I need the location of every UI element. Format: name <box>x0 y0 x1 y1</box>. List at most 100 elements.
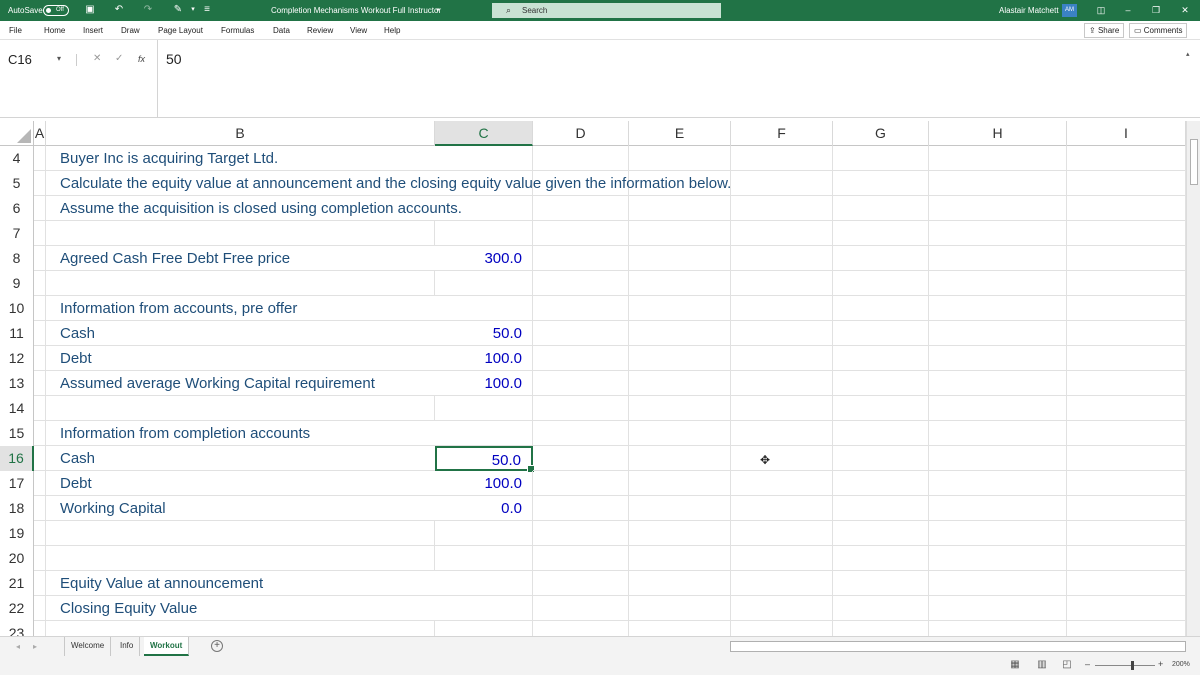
cell-e11[interactable] <box>629 321 731 346</box>
cell-f7[interactable] <box>731 221 833 246</box>
cell-g19[interactable] <box>833 521 929 546</box>
menu-data[interactable]: Data <box>273 21 290 40</box>
cell-c20[interactable] <box>435 546 533 571</box>
restore-icon[interactable]: ❐ <box>1146 0 1166 21</box>
insert-function-button[interactable]: fx <box>138 48 145 70</box>
menu-home[interactable]: Home <box>44 21 65 40</box>
chevron-down-icon[interactable]: ▾ <box>57 48 61 70</box>
avatar[interactable]: AM <box>1062 4 1077 17</box>
cell-b12[interactable]: Debt <box>46 346 435 371</box>
cell-f8[interactable] <box>731 246 833 271</box>
cell-e23[interactable] <box>629 621 731 636</box>
cell-d23[interactable] <box>533 621 629 636</box>
cell-d19[interactable] <box>533 521 629 546</box>
cell-h12[interactable] <box>929 346 1067 371</box>
row-header[interactable]: 15 <box>0 421 34 446</box>
row-header[interactable]: 8 <box>0 246 34 271</box>
cell-c19[interactable] <box>435 521 533 546</box>
row-header[interactable]: 4 <box>0 146 34 171</box>
cell-c10[interactable] <box>435 296 533 321</box>
cell-a18[interactable] <box>34 496 46 521</box>
zoom-in-icon[interactable]: + <box>1158 659 1163 669</box>
cell-a7[interactable] <box>34 221 46 246</box>
next-sheet-icon[interactable]: ▸ <box>33 637 37 656</box>
cell-f6[interactable] <box>731 196 833 221</box>
cell-a9[interactable] <box>34 271 46 296</box>
cell-g6[interactable] <box>833 196 929 221</box>
cell-g15[interactable] <box>833 421 929 446</box>
cell-h15[interactable] <box>929 421 1067 446</box>
cell-a6[interactable] <box>34 196 46 221</box>
cell-b9[interactable] <box>46 271 435 296</box>
cell-h9[interactable] <box>929 271 1067 296</box>
cell-i22[interactable] <box>1067 596 1186 621</box>
cell-h19[interactable] <box>929 521 1067 546</box>
column-header-b[interactable]: B <box>46 121 435 146</box>
comments-button[interactable]: ▭ Comments <box>1129 23 1188 38</box>
row-header[interactable]: 20 <box>0 546 34 571</box>
column-header-a[interactable]: A <box>34 121 46 146</box>
user-name[interactable]: Alastair Matchett <box>999 0 1059 21</box>
cell-e12[interactable] <box>629 346 731 371</box>
cell-g18[interactable] <box>833 496 929 521</box>
save-icon[interactable]: ▣ <box>84 4 96 16</box>
cell-c4[interactable] <box>435 146 533 171</box>
row-header[interactable]: 16 <box>0 446 34 471</box>
page-layout-view-icon[interactable]: ▥ <box>1036 659 1048 671</box>
cell-g23[interactable] <box>833 621 929 636</box>
cell-d22[interactable] <box>533 596 629 621</box>
cell-h17[interactable] <box>929 471 1067 496</box>
sheet-tab-welcome[interactable]: Welcome <box>64 637 112 656</box>
cell-h10[interactable] <box>929 296 1067 321</box>
cell-h5[interactable] <box>929 171 1067 196</box>
column-header-f[interactable]: F <box>731 121 833 146</box>
cell-i16[interactable] <box>1067 446 1186 471</box>
cell-g12[interactable] <box>833 346 929 371</box>
cell-b4[interactable]: Buyer Inc is acquiring Target Ltd. <box>46 146 435 171</box>
cell-b17[interactable]: Debt <box>46 471 435 496</box>
customize-toolbar-icon[interactable]: ≡ <box>201 4 213 16</box>
redo-icon[interactable]: ↷ <box>142 4 154 16</box>
cell-d21[interactable] <box>533 571 629 596</box>
menu-page-layout[interactable]: Page Layout <box>158 21 203 40</box>
cell-b8[interactable]: Agreed Cash Free Debt Free price <box>46 246 435 271</box>
zoom-slider-handle[interactable] <box>1131 661 1134 670</box>
cell-f23[interactable] <box>731 621 833 636</box>
cell-g20[interactable] <box>833 546 929 571</box>
row-header[interactable]: 18 <box>0 496 34 521</box>
cell-h22[interactable] <box>929 596 1067 621</box>
cell-b23[interactable] <box>46 621 435 636</box>
row-header[interactable]: 17 <box>0 471 34 496</box>
column-header-c[interactable]: C <box>435 121 533 146</box>
cell-a20[interactable] <box>34 546 46 571</box>
cell-c18[interactable]: 0.0 <box>435 496 533 521</box>
cell-f5[interactable] <box>731 171 833 196</box>
row-header[interactable]: 13 <box>0 371 34 396</box>
column-header-h[interactable]: H <box>929 121 1067 146</box>
cell-e20[interactable] <box>629 546 731 571</box>
cell-g22[interactable] <box>833 596 929 621</box>
cell-b21[interactable]: Equity Value at announcement <box>46 571 435 596</box>
cell-a22[interactable] <box>34 596 46 621</box>
cell-c12[interactable]: 100.0 <box>435 346 533 371</box>
column-header-e[interactable]: E <box>629 121 731 146</box>
cell-e21[interactable] <box>629 571 731 596</box>
sheet-tab-info[interactable]: Info <box>114 637 141 656</box>
cell-f10[interactable] <box>731 296 833 321</box>
cell-a12[interactable] <box>34 346 46 371</box>
row-header[interactable]: 10 <box>0 296 34 321</box>
undo-icon[interactable]: ↶ <box>113 4 125 16</box>
cell-c9[interactable] <box>435 271 533 296</box>
format-painter-icon[interactable]: ✎ <box>172 4 184 16</box>
page-break-view-icon[interactable]: ◰ <box>1061 659 1073 671</box>
cell-g4[interactable] <box>833 146 929 171</box>
cell-a4[interactable] <box>34 146 46 171</box>
cell-g14[interactable] <box>833 396 929 421</box>
cell-b6[interactable]: Assume the acquisition is closed using c… <box>46 196 462 221</box>
cell-i8[interactable] <box>1067 246 1186 271</box>
cell-i11[interactable] <box>1067 321 1186 346</box>
cell-b20[interactable] <box>46 546 435 571</box>
add-sheet-button[interactable]: + <box>211 640 223 652</box>
row-header[interactable]: 11 <box>0 321 34 346</box>
row-header[interactable]: 9 <box>0 271 34 296</box>
